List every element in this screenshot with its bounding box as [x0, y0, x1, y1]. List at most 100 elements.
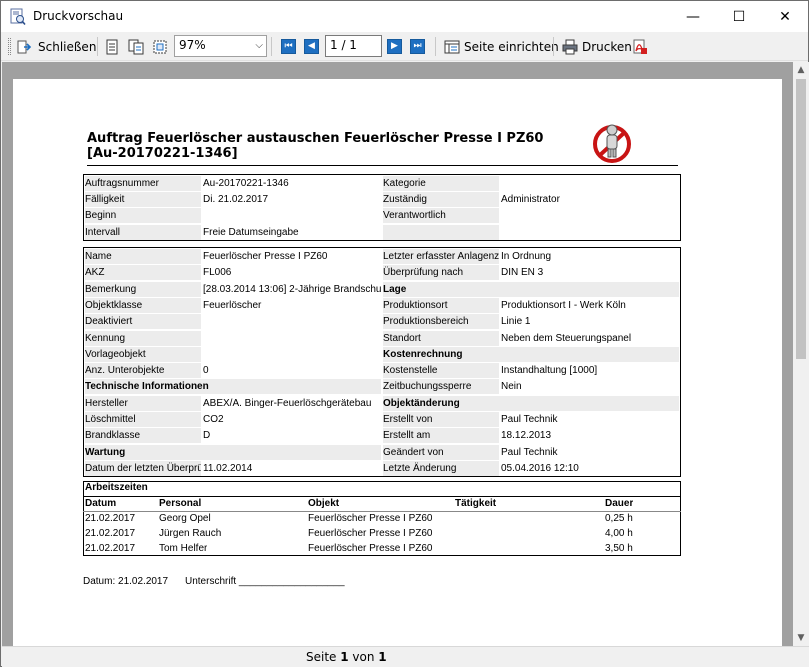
report-page: Auftrag Feuerlöscher austauschen Feuerlö…	[13, 79, 782, 646]
section2-cell: Standort	[383, 330, 499, 346]
section2-cell: 11.02.2014	[203, 462, 253, 474]
section2-cell: 05.04.2016 12:10	[501, 462, 579, 474]
section2-cell	[501, 396, 679, 411]
close-window-button[interactable]: ✕	[762, 1, 808, 32]
section2-cell: Deaktiviert	[85, 314, 201, 330]
section2-cell: Hersteller	[85, 395, 201, 411]
report-title-line2: [Au-20170221-1346]	[87, 146, 238, 161]
scroll-down-icon[interactable]: ▼	[793, 630, 809, 646]
print-label: Drucken	[582, 40, 632, 54]
preview-area[interactable]: Auftrag Feuerlöscher austauschen Feuerlö…	[2, 62, 793, 646]
work-times-column-header: Objekt	[308, 498, 340, 509]
print-button[interactable]: Drucken	[562, 36, 632, 58]
section2-cell: Nein	[501, 381, 522, 393]
work-times-cell: Feuerlöscher Presse I PZ60	[308, 513, 433, 524]
work-times-column-header: Datum	[85, 498, 117, 509]
last-page-button[interactable]: ⏭	[410, 39, 425, 54]
section2-cell	[203, 445, 381, 460]
section2-cell: Brandklasse	[85, 428, 201, 444]
section1-cell	[501, 225, 679, 240]
printer-icon	[562, 39, 578, 55]
page-status-prefix: Seite	[306, 650, 341, 664]
one-page-button[interactable]	[104, 36, 120, 58]
section2-cell	[501, 347, 679, 362]
work-times-cell: 21.02.2017	[85, 543, 136, 554]
section2-cell: Feuerlöscher Presse I PZ60	[203, 251, 328, 262]
window-title: Druckvorschau	[33, 9, 124, 23]
section1-cell	[383, 224, 499, 240]
section2-cell: In Ordnung	[501, 251, 552, 262]
section2-cell: Kennung	[85, 330, 201, 346]
chevron-down-icon[interactable]: ⌵	[255, 40, 263, 51]
section1-cell: Kategorie	[383, 176, 499, 191]
last-page-icon: ⏭	[413, 41, 422, 51]
section2-cell: Objektklasse	[85, 297, 201, 313]
page-status-total: 1	[378, 650, 387, 664]
section2-cell: Produktionsort I - Werk Köln	[501, 299, 626, 311]
section2-cell: Geändert von	[383, 444, 499, 460]
vertical-scrollbar[interactable]: ▲ ▼	[793, 62, 809, 646]
zoom-value: 97%	[179, 38, 206, 52]
previous-page-button[interactable]: ◀	[304, 39, 319, 54]
page-status: Seite 1 von 1	[306, 650, 387, 664]
section2-cell: Produktionsbereich	[383, 314, 499, 330]
section2-cell: Letzte Änderung	[383, 460, 499, 476]
section1-cell: Beginn	[85, 208, 201, 224]
next-page-button[interactable]: ▶	[387, 39, 402, 54]
close-preview-label: Schließen	[38, 40, 97, 54]
page-status-current: 1	[340, 650, 349, 664]
section2-cell: Löschmittel	[85, 412, 201, 427]
section2-cell: Kostenstelle	[383, 363, 499, 379]
minimize-button[interactable]: —	[670, 1, 716, 32]
toolbar-separator	[271, 37, 272, 56]
section2-cell: 0	[203, 365, 209, 377]
section1-cell: Fälligkeit	[85, 192, 201, 208]
section1-cell: Verantwortlich	[383, 208, 499, 224]
work-times-cell: 4,00 h	[605, 528, 633, 539]
section2-cell: Datum der letzten Überprüfung	[85, 460, 201, 476]
toolbar-separator	[435, 37, 436, 56]
close-preview-button[interactable]: Schließen	[16, 36, 96, 58]
multiple-pages-icon	[128, 39, 144, 55]
scrollbar-thumb[interactable]	[796, 79, 806, 359]
section2-cell: Paul Technik	[501, 414, 558, 425]
zoom-fit-icon	[153, 40, 167, 54]
work-times-cell: 21.02.2017	[85, 513, 136, 524]
export-pdf-button[interactable]	[632, 36, 648, 58]
section2-cell: [28.03.2014 13:06] 2-Jährige Brandschutz…	[203, 283, 381, 295]
page-setup-button[interactable]: Seite einrichten	[444, 36, 559, 58]
section2-cell	[203, 347, 381, 362]
section2-cell: Paul Technik	[501, 446, 558, 458]
work-times-cell: 3,50 h	[605, 543, 633, 554]
work-times-cell: Jürgen Rauch	[159, 528, 222, 539]
footer-date: Datum: 21.02.2017	[83, 576, 169, 587]
footer-signature: Unterschrift ___________________	[185, 576, 345, 587]
fit-page-button[interactable]	[152, 36, 168, 58]
first-page-button[interactable]: ⏮	[281, 39, 296, 54]
single-page-icon	[106, 39, 118, 55]
section2-cell: Zeitbuchungssperre	[383, 379, 499, 395]
zoom-select[interactable]: 97% ⌵	[174, 35, 267, 57]
page-number-input[interactable]: 1 / 1	[325, 35, 382, 57]
section2-cell: Instandhaltung [1000]	[501, 365, 598, 377]
work-times-cell: 0,25 h	[605, 513, 633, 524]
work-times-column-header: Tätigkeit	[455, 498, 497, 509]
section2-cell: ABEX/A. Binger-Feuerlöschgerätebau	[203, 397, 372, 409]
section1-cell: Administrator	[501, 194, 560, 206]
work-times-column-header: Personal	[159, 498, 202, 509]
exit-icon	[17, 40, 32, 54]
multi-page-button[interactable]	[128, 36, 144, 58]
company-logo	[593, 124, 631, 163]
title-bar[interactable]: Druckvorschau — ☐ ✕	[1, 1, 808, 32]
work-times-cell: Georg Opel	[159, 513, 211, 524]
section2-cell	[501, 282, 679, 297]
section1-cell: Freie Datumseingabe	[203, 226, 299, 238]
toolbar-grip[interactable]	[8, 38, 11, 55]
page-setup-icon	[444, 40, 460, 54]
section2-cell: Name	[85, 249, 201, 264]
page-setup-label: Seite einrichten	[464, 40, 559, 54]
scroll-up-icon[interactable]: ▲	[793, 62, 809, 78]
maximize-button[interactable]: ☐	[716, 1, 762, 32]
report-title-line1: Auftrag Feuerlöscher austauschen Feuerlö…	[87, 131, 544, 146]
toolbar-separator	[97, 37, 98, 56]
